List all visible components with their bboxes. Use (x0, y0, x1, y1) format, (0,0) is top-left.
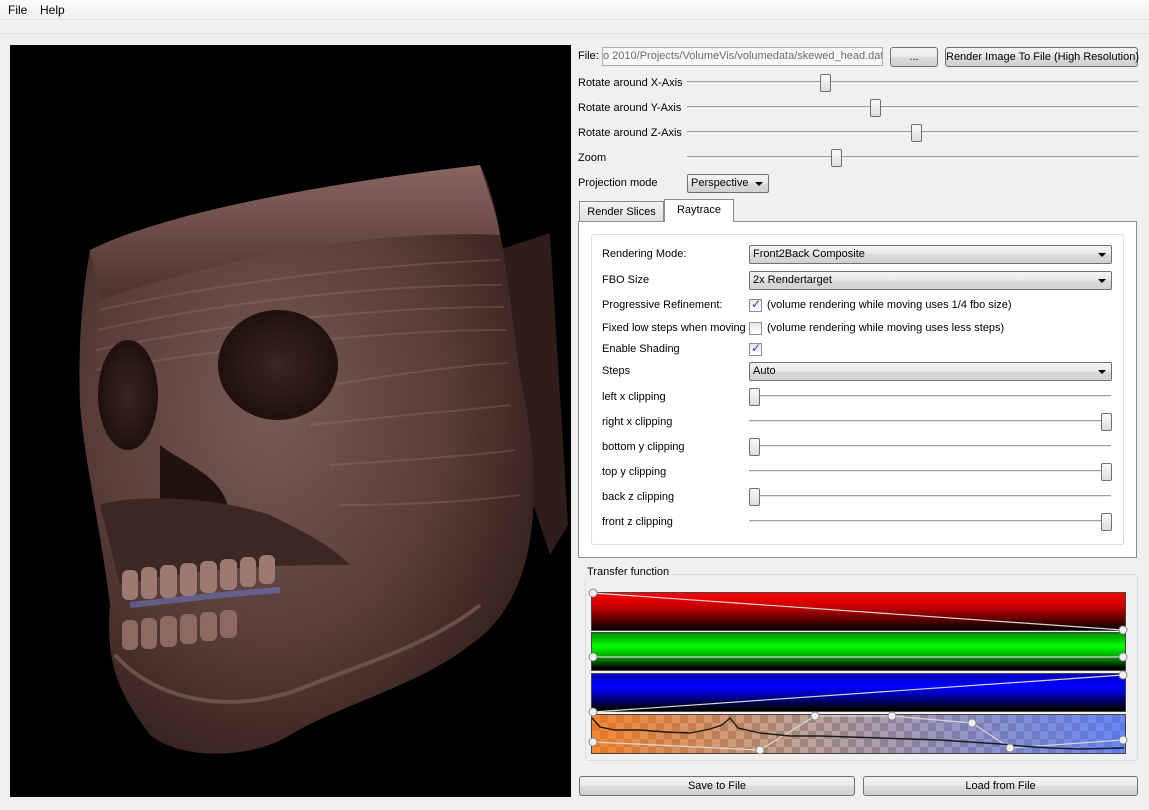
steps-combo[interactable]: Auto (749, 362, 1112, 381)
save-tf-button[interactable]: Save to File (579, 776, 855, 796)
projection-combo[interactable]: Perspective (687, 174, 769, 193)
zoom-label: Zoom (578, 152, 607, 164)
top-y-clipping-slider[interactable] (749, 462, 1112, 482)
tf-blue-channel[interactable] (591, 673, 1126, 712)
right-x-clipping-slider[interactable] (749, 412, 1112, 432)
rotate-x-slider[interactable] (687, 73, 1138, 93)
tf-green-channel[interactable] (591, 632, 1126, 671)
rendering-mode-value: Front2Back Composite (753, 248, 865, 260)
tab-raytrace[interactable]: Raytrace (664, 199, 734, 222)
rotate-y-label: Rotate around Y-Axis (578, 102, 682, 114)
top-y-clipping-label: top y clipping (602, 466, 667, 478)
bottom-y-clipping-handle[interactable] (749, 438, 760, 456)
browse-button[interactable]: ... (890, 47, 938, 67)
check-icon: ✓ (751, 341, 762, 355)
rendering-mode-combo[interactable]: Front2Back Composite (749, 245, 1112, 264)
transfer-function-title: Transfer function (585, 566, 672, 578)
rotate-x-handle[interactable] (819, 74, 831, 92)
steps-label: Steps (602, 365, 631, 377)
left-x-clipping-label: left x clipping (602, 391, 666, 403)
front-z-clipping-handle[interactable] (1101, 513, 1112, 531)
projection-label: Projection mode (578, 177, 658, 189)
tf-alpha-channel[interactable] (591, 714, 1126, 754)
tf-red-channel[interactable] (591, 592, 1126, 631)
fbo-size-combo[interactable]: 2x Rendertarget (749, 271, 1112, 290)
volume-render-viewport[interactable] (10, 45, 571, 797)
zoom-slider[interactable] (687, 148, 1138, 168)
skull-rendering (79, 165, 568, 754)
front-z-clipping-slider[interactable] (749, 512, 1112, 532)
menu-help[interactable]: Help (40, 3, 65, 17)
bottom-y-clipping-label: bottom y clipping (602, 441, 685, 453)
file-path-field[interactable]: o 2010/Projects/VolumeVis/volumedata/ske… (602, 47, 883, 66)
right-x-clipping-handle[interactable] (1101, 413, 1112, 431)
render-image-button[interactable]: Render Image To File (High Resolution) (945, 47, 1139, 67)
fbo-size-value: 2x Rendertarget (753, 274, 832, 286)
left-x-clipping-handle[interactable] (749, 388, 760, 406)
back-z-clipping-slider[interactable] (749, 487, 1111, 507)
back-z-clipping-label: back z clipping (602, 491, 675, 503)
left-x-clipping-slider[interactable] (749, 387, 1111, 407)
rotate-y-slider[interactable] (687, 98, 1138, 118)
chevron-down-icon (755, 182, 763, 186)
fbo-size-label: FBO Size (602, 274, 650, 286)
progressive-checkbox[interactable]: ✓ (749, 297, 762, 312)
right-x-clipping-label: right x clipping (602, 416, 673, 428)
fixed-low-steps-checkbox[interactable]: ✓ (749, 322, 762, 335)
projection-value: Perspective (691, 177, 749, 189)
rotate-x-label: Rotate around X-Axis (578, 77, 683, 89)
load-tf-button[interactable]: Load from File (863, 776, 1138, 796)
file-label: File: (578, 50, 599, 62)
rotate-z-handle[interactable] (911, 124, 923, 142)
bottom-y-clipping-slider[interactable] (749, 437, 1111, 457)
chevron-down-icon (1098, 253, 1106, 257)
rotate-y-handle[interactable] (870, 99, 882, 117)
toolbar-strip (0, 20, 1149, 34)
menu-bar: File Help (0, 0, 1149, 20)
front-z-clipping-label: front z clipping (602, 516, 673, 528)
rotate-z-label: Rotate around Z-Axis (578, 127, 682, 139)
chevron-down-icon (1098, 279, 1106, 283)
check-icon: ✓ (751, 297, 762, 311)
fixed-low-steps-label: Fixed low steps when moving (602, 322, 746, 334)
steps-value: Auto (753, 365, 776, 377)
shading-checkbox[interactable]: ✓ (749, 341, 762, 356)
top-y-clipping-handle[interactable] (1101, 463, 1112, 481)
progressive-label: Progressive Refinement: (602, 299, 723, 311)
rotate-z-slider[interactable] (687, 123, 1138, 143)
chevron-down-icon (1098, 370, 1106, 374)
progressive-desc: (volume rendering while moving uses 1/4 … (767, 299, 1012, 311)
shading-label: Enable Shading (602, 343, 680, 355)
menu-file[interactable]: File (8, 3, 27, 17)
zoom-handle[interactable] (831, 149, 843, 167)
fixed-low-steps-desc: (volume rendering while moving uses less… (767, 322, 1005, 334)
rendering-mode-label: Rendering Mode: (602, 248, 687, 260)
tab-render-slices[interactable]: Render Slices (579, 201, 664, 222)
back-z-clipping-handle[interactable] (749, 488, 760, 506)
